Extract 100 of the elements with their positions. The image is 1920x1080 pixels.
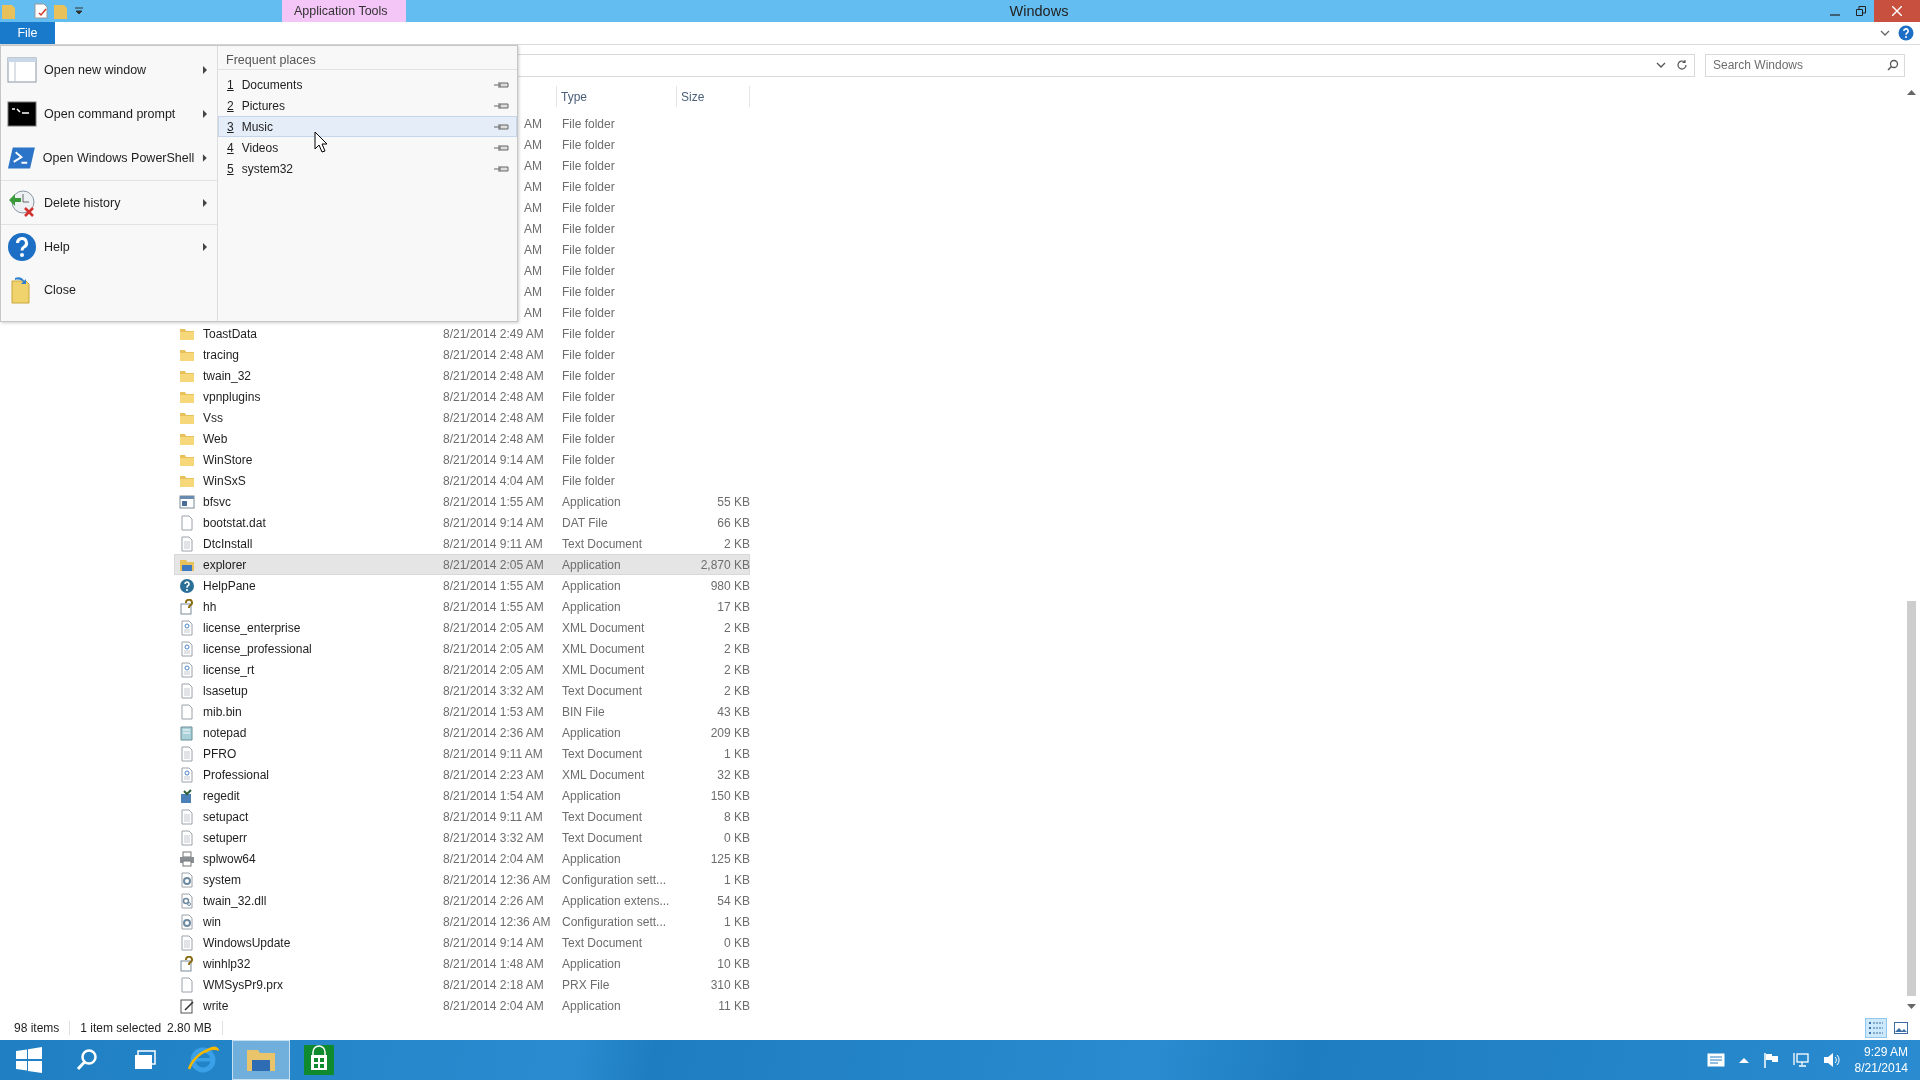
clock-date[interactable]: 8/21/2014 [1854, 1060, 1908, 1076]
type-cell: DAT File [562, 515, 608, 530]
clock-time[interactable]: 9:29 AM [1863, 1044, 1908, 1060]
properties-icon [34, 3, 48, 19]
file-row[interactable]: PFRO 8/21/2014 9:11 AM Text Document 1 KB [174, 743, 750, 764]
file-row[interactable]: license_rt 8/21/2014 2:05 AM XML Document 2 KB [174, 659, 750, 680]
size-cell: 209 KB [710, 725, 750, 740]
date-cell: 8/21/2014 9:14 AM [443, 935, 544, 950]
date-cell: 8/21/2014 2:48 AM [443, 389, 544, 404]
file-row[interactable]: license_professional 8/21/2014 2:05 AM XML Document 2 KB [174, 638, 750, 659]
file-row[interactable]: mib.bin 8/21/2014 1:53 AM BIN File 43 KB [174, 701, 750, 722]
file-name: hh [203, 599, 218, 614]
folder-icon [2, 3, 16, 19]
taskbar-explorer-button[interactable] [232, 1040, 290, 1080]
date-cell: 8/21/2014 2:05 AM [443, 620, 544, 635]
size-cell: 10 KB [717, 956, 750, 971]
file-name: explorer [203, 557, 248, 572]
file-row[interactable]: WinStore 8/21/2014 9:14 AM File folder [174, 449, 750, 470]
file-row[interactable]: bootstat.dat 8/21/2014 9:14 AM DAT File 66 KB [174, 512, 750, 533]
search-field[interactable]: Search Windows [1705, 53, 1905, 77]
message-icon [1706, 1053, 1725, 1067]
frequent-place-item[interactable]: 5 system32 [218, 158, 517, 179]
menu-command[interactable]: Delete history [1, 180, 217, 224]
file-row[interactable]: tracing 8/21/2014 2:48 AM File folder [174, 344, 750, 365]
file-row[interactable]: lsasetup 8/21/2014 3:32 AM Text Document 2 KB [174, 680, 750, 701]
scroll-thumb[interactable] [1907, 601, 1916, 996]
file-tab[interactable]: File [0, 22, 55, 44]
frequent-place-item[interactable]: 3 Music [218, 116, 517, 137]
size-cell: 980 KB [710, 578, 750, 593]
file-row[interactable]: setupact 8/21/2014 9:11 AM Text Document 8 KB [174, 806, 750, 827]
size-cell: 8 KB [724, 809, 750, 824]
frequent-place-item[interactable]: 4 Videos [218, 137, 517, 158]
task-view-icon [133, 1049, 157, 1071]
file-row[interactable]: system 8/21/2014 12:36 AM Configuration sett... 1 KB [174, 869, 750, 890]
text-file-icon [179, 682, 195, 699]
file-row[interactable]: bfsvc 8/21/2014 1:55 AM Application 55 KB [174, 491, 750, 512]
date-cell: AM [524, 158, 542, 173]
date-cell: AM [524, 116, 542, 131]
size-cell: 2 KB [724, 536, 750, 551]
flag-icon [1762, 1052, 1779, 1068]
file-row[interactable]: Vss 8/21/2014 2:48 AM File folder [174, 407, 750, 428]
file-row[interactable]: Professional 8/21/2014 2:23 AM XML Document 32 KB [174, 764, 750, 785]
file-row[interactable]: write 8/21/2014 2:04 AM Application 11 KB [174, 995, 750, 1016]
text-file-icon [179, 535, 195, 552]
close-icon [1892, 6, 1902, 16]
file-name: bfsvc [203, 494, 232, 509]
file-row[interactable]: vpnplugins 8/21/2014 2:48 AM File folder [174, 386, 750, 407]
size-cell: 11 KB [718, 998, 750, 1013]
window-title: Windows [1009, 3, 1069, 19]
file-row[interactable]: regedit 8/21/2014 1:54 AM Application 150 KB [174, 785, 750, 806]
file-row[interactable]: splwow64 8/21/2014 2:04 AM Application 125 KB [174, 848, 750, 869]
column-header[interactable]: Size [681, 89, 705, 104]
start-icon [15, 1046, 43, 1074]
date-cell: AM [524, 179, 542, 194]
file-row[interactable]: winhlp32 8/21/2014 1:48 AM Application 10 KB [174, 953, 750, 974]
file-row[interactable]: explorer 8/21/2014 2:05 AM Application 2,870 KB [174, 554, 750, 575]
column-header[interactable]: Type [561, 89, 587, 104]
menu-command[interactable]: Open command prompt [1, 92, 217, 136]
document-icon [179, 661, 195, 678]
type-cell: XML Document [562, 641, 645, 656]
menu-command[interactable]: Help [1, 224, 217, 268]
menu-command[interactable]: Close [1, 268, 217, 312]
file-row[interactable]: ToastData 8/21/2014 2:49 AM File folder [174, 323, 750, 344]
frequent-place-item[interactable]: 2 Pictures [218, 95, 517, 116]
application-tools-tab[interactable]: Application Tools [282, 0, 406, 22]
file-name: HelpPane [203, 578, 257, 593]
details-view-button[interactable] [1865, 1018, 1887, 1038]
file-row[interactable]: setuperr 8/21/2014 3:32 AM Text Document 0 KB [174, 827, 750, 848]
folder-icon [245, 1047, 277, 1073]
file-row[interactable]: win 8/21/2014 12:36 AM Configuration sett... 1 KB [174, 911, 750, 932]
frequent-place-item[interactable]: 1 Documents [218, 74, 517, 95]
file-row[interactable]: DtcInstall 8/21/2014 9:11 AM Text Document 2 KB [174, 533, 750, 554]
file-row[interactable]: WindowsUpdate 8/21/2014 9:14 AM Text Document 0 KB [174, 932, 750, 953]
file-row[interactable]: notepad 8/21/2014 2:36 AM Application 209 KB [174, 722, 750, 743]
type-cell: XML Document [562, 620, 645, 635]
file-row[interactable]: HelpPane 8/21/2014 1:55 AM Application 980 KB [174, 575, 750, 596]
type-cell: File folder [562, 158, 615, 173]
type-cell: File folder [562, 431, 615, 446]
printer-icon [179, 850, 195, 867]
date-cell: 8/21/2014 2:26 AM [443, 893, 544, 908]
type-cell: Application [562, 494, 621, 509]
type-cell: Application [562, 956, 621, 971]
file-row[interactable]: Web 8/21/2014 2:48 AM File folder [174, 428, 750, 449]
file-row[interactable]: WMSysPr9.prx 8/21/2014 2:18 AM PRX File 310 KB [174, 974, 750, 995]
question-mark-icon [179, 598, 195, 615]
date-cell: AM [524, 137, 542, 152]
file-row[interactable]: twain_32.dll 8/21/2014 2:26 AM Application extens... 54 KB [174, 890, 750, 911]
file-row[interactable]: license_enterprise 8/21/2014 2:05 AM XML Document 2 KB [174, 617, 750, 638]
type-cell: File folder [562, 368, 615, 383]
pin-icon [494, 164, 510, 173]
date-cell: 8/21/2014 1:54 AM [443, 788, 544, 803]
file-row[interactable]: WinSxS 8/21/2014 4:04 AM File folder [174, 470, 750, 491]
size-cell: 2 KB [724, 683, 750, 698]
file-row[interactable]: twain_32 8/21/2014 2:48 AM File folder [174, 365, 750, 386]
file-name: DtcInstall [203, 536, 254, 551]
menu-command[interactable]: Open new window [1, 48, 217, 92]
menu-command[interactable]: Open Windows PowerShell [1, 136, 217, 180]
picture-icon [1894, 1022, 1908, 1034]
file-row[interactable]: hh 8/21/2014 1:55 AM Application 17 KB [174, 596, 750, 617]
help-icon [7, 231, 37, 262]
